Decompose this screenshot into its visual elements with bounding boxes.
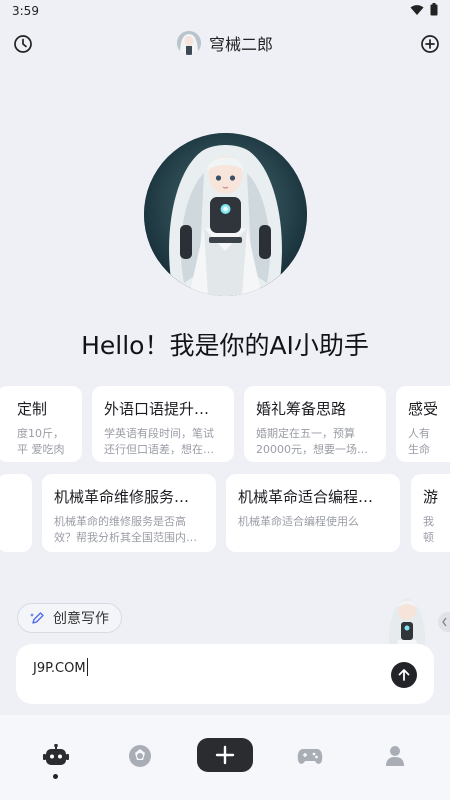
page-title: 穹械二郎 [208,35,273,54]
side-collapse-tab[interactable] [438,612,450,632]
message-input-text[interactable]: J9P.COM [33,658,89,676]
new-chat-button[interactable] [418,32,442,56]
top-bar: 穹械二郎 [0,28,450,60]
pen-sparkle-icon [30,612,44,624]
suggestion-card-partial[interactable] [0,474,32,552]
chip-label: 创意写作 [53,611,109,627]
message-input[interactable]: J9P.COM [16,644,434,704]
suggestion-card-title: 游 [423,488,438,506]
greeting-heading: Hello！我是你的AI小助手 [81,331,369,360]
bottom-nav [0,715,450,800]
message-input-value: J9P.COM [33,661,86,676]
suggestion-card[interactable]: 婚礼筹备思路 婚期定在五一，预算20000元，想要一场… [244,386,386,462]
create-button[interactable] [197,738,253,772]
assistant-avatar-small [176,31,201,55]
suggestion-card-desc: 婚期定在五一，预算20000元，想要一场… [256,427,368,456]
status-icons [410,3,438,16]
suggestion-card-desc: 我 顿 [423,515,434,544]
status-bar: 3:59 [0,0,450,22]
battery-icon [430,3,438,16]
suggestion-card[interactable]: 机械革命适合编程… 机械革命适合编程使用么 [226,474,400,552]
suggestion-card-title: 感受 [408,400,438,418]
plus-icon [215,745,235,765]
active-nav-indicator [53,774,58,779]
suggestion-card-desc: 机械革命的维修服务是否高效？帮我分析其全国范围内… [54,515,197,544]
nav-games[interactable] [295,741,325,771]
suggestion-card[interactable]: 机械革命维修服务… 机械革命的维修服务是否高效？帮我分析其全国范围内… [42,474,216,552]
text-caret [86,658,89,676]
suggestion-card[interactable]: 外语口语提升… 学英语有段时间，笔试还行但口语差，想在… [92,386,234,462]
send-button[interactable] [391,662,417,688]
user-icon [386,746,404,766]
suggestion-card-title: 外语口语提升… [104,400,210,418]
gamepad-icon [297,749,323,764]
wifi-icon [410,4,424,15]
header-title-group[interactable]: 穹械二郎 [0,31,450,55]
suggestion-card-desc: 学英语有段时间，笔试还行但口语差，想在… [104,427,214,456]
suggestion-card-title: 机械革命适合编程… [238,488,374,506]
status-time: 3:59 [12,4,39,18]
nav-assistant[interactable] [41,741,71,771]
plus-circle-icon [421,35,439,53]
robot-icon [43,744,69,765]
suggestion-card[interactable]: 游 我 顿 [411,474,450,552]
suggestion-card-title: 定制 [17,400,48,418]
suggestion-card-title: 婚礼筹备思路 [256,400,347,418]
suggestion-card-desc: 机械革命适合编程使用么 [238,515,359,528]
arrow-up-icon [398,669,410,681]
suggestion-card-desc: 度10斤，平 爱吃肉 ... [17,427,65,456]
suggestion-card[interactable]: 感受 人有 生命 [396,386,450,462]
creative-writing-chip[interactable]: 创意写作 [17,603,122,633]
aperture-icon [129,745,151,767]
assistant-avatar [144,133,307,296]
nav-discover[interactable] [125,741,155,771]
suggestion-card-desc: 人有 生命 [408,427,430,456]
nav-profile[interactable] [380,741,410,771]
suggestion-card[interactable]: 定制 度10斤，平 爱吃肉 ... [0,386,82,462]
suggestion-card-title: 机械革命维修服务… [54,488,190,506]
chevron-left-icon [442,617,447,627]
